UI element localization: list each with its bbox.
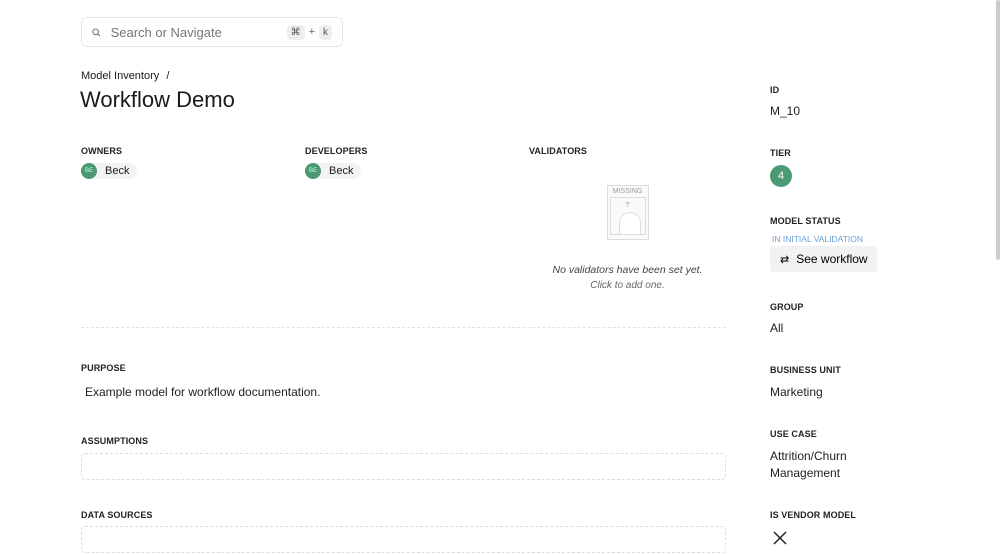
missing-poster-icon: MISSING ? [606, 185, 649, 240]
data-sources-label: DATA SOURCES [81, 510, 153, 520]
divider [81, 327, 726, 328]
id-label: ID [770, 85, 780, 95]
use-case-label: USE CASE [770, 429, 817, 439]
assumptions-field[interactable] [81, 453, 726, 480]
shortcut-key: k [319, 24, 332, 40]
swap-arrows-icon: ⇄ [780, 253, 790, 266]
model-status-label: MODEL STATUS [770, 216, 841, 226]
developer-chip[interactable]: BE Beck [305, 163, 362, 179]
shortcut-plus: + [308, 26, 315, 38]
shortcut-mod: ⌘ [286, 24, 305, 40]
purpose-label: PURPOSE [81, 363, 126, 373]
search-input[interactable] [110, 24, 287, 40]
validators-label: VALIDATORS [529, 146, 588, 156]
owner-name: Beck [105, 165, 130, 177]
use-case-value: Attrition/Churn Management [770, 449, 847, 480]
vendor-model-label: IS VENDOR MODEL [770, 510, 857, 520]
breadcrumb-model-inventory[interactable]: Model Inventory [81, 70, 159, 82]
owner-chip[interactable]: BE Beck [81, 163, 138, 179]
data-sources-field[interactable] [81, 526, 726, 553]
tier-label: TIER [770, 148, 791, 158]
tier-badge[interactable]: 4 [770, 165, 792, 187]
assumptions-label: ASSUMPTIONS [81, 436, 149, 446]
breadcrumb-separator: / [166, 70, 170, 82]
search-icon [92, 28, 101, 36]
developer-name: Beck [329, 165, 354, 177]
x-icon [773, 531, 787, 545]
validators-empty-text: No validators have been set yet. [552, 264, 703, 276]
see-workflow-label: See workflow [796, 252, 868, 266]
business-unit-value: Marketing [770, 385, 823, 399]
developers-label: DEVELOPERS [305, 146, 368, 156]
page-title: Workflow Demo [80, 87, 235, 112]
validators-empty-hint: Click to add one. [590, 280, 665, 291]
validators-empty-state[interactable]: MISSING ? No validators have been set ye… [529, 185, 726, 291]
search-bar[interactable]: ⌘ + k [81, 17, 343, 47]
business-unit-label: BUSINESS UNIT [770, 365, 841, 375]
group-label: GROUP [770, 302, 804, 312]
missing-badge: MISSING [612, 188, 643, 195]
breadcrumb: Model Inventory / [81, 70, 169, 82]
id-value: M_10 [770, 104, 801, 118]
status-badge: IN INITIAL VALIDATION [772, 234, 863, 244]
avatar: BE [81, 163, 97, 179]
owners-label: OWNERS [81, 146, 123, 156]
see-workflow-button[interactable]: ⇄ See workflow [770, 246, 877, 272]
group-value: All [770, 321, 784, 335]
scrollbar[interactable] [996, 0, 1000, 260]
avatar: BE [305, 163, 321, 179]
purpose-value[interactable]: Example model for workflow documentation… [85, 385, 320, 399]
